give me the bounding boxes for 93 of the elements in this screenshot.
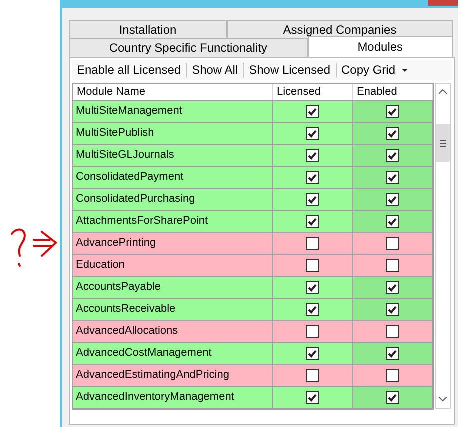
module-name: MultiSiteGLJournals bbox=[73, 145, 273, 166]
column-header[interactable]: Licensed bbox=[273, 84, 353, 100]
checkmark-icon bbox=[308, 130, 317, 138]
checkbox[interactable] bbox=[306, 303, 319, 316]
module-name: MultiSiteManagement bbox=[73, 101, 273, 122]
column-header[interactable]: Enabled bbox=[353, 84, 433, 100]
grid-row[interactable]: AdvancedEstimatingAndPricing bbox=[73, 365, 433, 387]
checkbox[interactable] bbox=[306, 325, 319, 338]
checkmark-icon bbox=[388, 196, 397, 204]
checkmark-icon bbox=[308, 306, 317, 314]
grid-row[interactable]: MultiSiteGLJournals bbox=[73, 145, 433, 167]
grid-row[interactable]: AdvancedAllocations bbox=[73, 321, 433, 343]
grid-row[interactable]: Education bbox=[73, 255, 433, 277]
toolbar-button[interactable]: Copy Grid bbox=[338, 61, 411, 79]
grid-row[interactable]: AccountsPayable bbox=[73, 277, 433, 299]
checkmark-icon bbox=[308, 218, 317, 226]
scrollbar-thumb[interactable] bbox=[436, 124, 450, 162]
checkmark-icon bbox=[308, 284, 317, 292]
grid-row[interactable]: AdvancePrinting bbox=[73, 233, 433, 255]
checkbox[interactable] bbox=[386, 391, 399, 404]
column-header[interactable]: Module Name bbox=[73, 84, 273, 100]
module-name: ConsolidatedPurchasing bbox=[73, 189, 273, 210]
checkbox[interactable] bbox=[306, 259, 319, 272]
checkbox[interactable] bbox=[306, 171, 319, 184]
checkmark-icon bbox=[388, 350, 397, 358]
checkbox[interactable] bbox=[386, 237, 399, 250]
checkbox[interactable] bbox=[306, 237, 319, 250]
checkbox[interactable] bbox=[386, 193, 399, 206]
checkbox[interactable] bbox=[386, 347, 399, 360]
grid-row[interactable]: ConsolidatedPayment bbox=[73, 167, 433, 189]
grid-row[interactable]: MultiSiteManagement bbox=[73, 101, 433, 123]
checkmark-icon bbox=[388, 218, 397, 226]
checkbox[interactable] bbox=[386, 215, 399, 228]
checkbox[interactable] bbox=[306, 105, 319, 118]
module-name: AdvancePrinting bbox=[73, 233, 273, 254]
checkbox[interactable] bbox=[306, 193, 319, 206]
checkmark-icon bbox=[388, 108, 397, 116]
grid-row[interactable]: MultiSitePublish bbox=[73, 123, 433, 145]
checkmark-icon bbox=[308, 196, 317, 204]
checkmark-icon bbox=[388, 306, 397, 314]
module-name: Education bbox=[73, 255, 273, 276]
module-name: AttachmentsForSharePoint bbox=[73, 211, 273, 232]
tab[interactable]: Country Specific Functionality bbox=[69, 38, 308, 57]
checkmark-icon bbox=[308, 152, 317, 160]
tab[interactable]: Installation bbox=[69, 20, 227, 38]
caret-icon bbox=[402, 68, 408, 72]
checkmark-icon bbox=[308, 108, 317, 116]
toolbar-button[interactable]: Show All bbox=[189, 61, 242, 79]
checkmark-icon bbox=[388, 394, 397, 402]
checkbox[interactable] bbox=[306, 281, 319, 294]
module-name: AdvancedAllocations bbox=[73, 321, 273, 342]
checkbox[interactable] bbox=[306, 391, 319, 404]
module-name: AdvancedEstimatingAndPricing bbox=[73, 365, 273, 386]
checkbox[interactable] bbox=[306, 127, 319, 140]
grid-row[interactable]: AdvancedInventoryManagement bbox=[73, 387, 433, 409]
scrollbar[interactable] bbox=[435, 83, 451, 409]
checkmark-icon bbox=[388, 284, 397, 292]
checkbox[interactable] bbox=[306, 347, 319, 360]
checkmark-icon bbox=[308, 174, 317, 182]
checkbox[interactable] bbox=[386, 149, 399, 162]
checkbox[interactable] bbox=[306, 149, 319, 162]
checkbox[interactable] bbox=[386, 303, 399, 316]
checkbox[interactable] bbox=[386, 259, 399, 272]
checkbox[interactable] bbox=[306, 215, 319, 228]
grid-row[interactable]: AdvancedCostManagement bbox=[73, 343, 433, 365]
module-name: AdvancedInventoryManagement bbox=[73, 387, 273, 408]
scroll-down-icon[interactable] bbox=[439, 397, 447, 402]
module-name: AccountsPayable bbox=[73, 277, 273, 298]
module-name: AdvancedCostManagement bbox=[73, 343, 273, 364]
annotation-drawing bbox=[8, 226, 60, 270]
checkmark-icon bbox=[388, 130, 397, 138]
module-name: ConsolidatedPayment bbox=[73, 167, 273, 188]
checkbox[interactable] bbox=[386, 127, 399, 140]
toolbar-button[interactable]: Enable all Licensed bbox=[74, 61, 184, 79]
checkbox[interactable] bbox=[386, 171, 399, 184]
checkmark-icon bbox=[388, 152, 397, 160]
checkmark-icon bbox=[388, 174, 397, 182]
grid-row[interactable]: AccountsReceivable bbox=[73, 299, 433, 321]
checkbox[interactable] bbox=[386, 281, 399, 294]
checkbox[interactable] bbox=[386, 325, 399, 338]
checkmark-icon bbox=[308, 394, 317, 402]
tab[interactable]: Modules bbox=[308, 36, 453, 57]
scroll-up-icon[interactable] bbox=[439, 89, 447, 94]
tab[interactable]: Assigned Companies bbox=[227, 20, 453, 38]
checkbox[interactable] bbox=[306, 369, 319, 382]
toolbar-button[interactable]: Show Licensed bbox=[246, 61, 334, 79]
checkbox[interactable] bbox=[386, 369, 399, 382]
grid-row[interactable]: ConsolidatedPurchasing bbox=[73, 189, 433, 211]
grid-row[interactable]: AttachmentsForSharePoint bbox=[73, 211, 433, 233]
module-name: MultiSitePublish bbox=[73, 123, 273, 144]
module-name: AccountsReceivable bbox=[73, 299, 273, 320]
checkmark-icon bbox=[308, 350, 317, 358]
checkbox[interactable] bbox=[386, 105, 399, 118]
